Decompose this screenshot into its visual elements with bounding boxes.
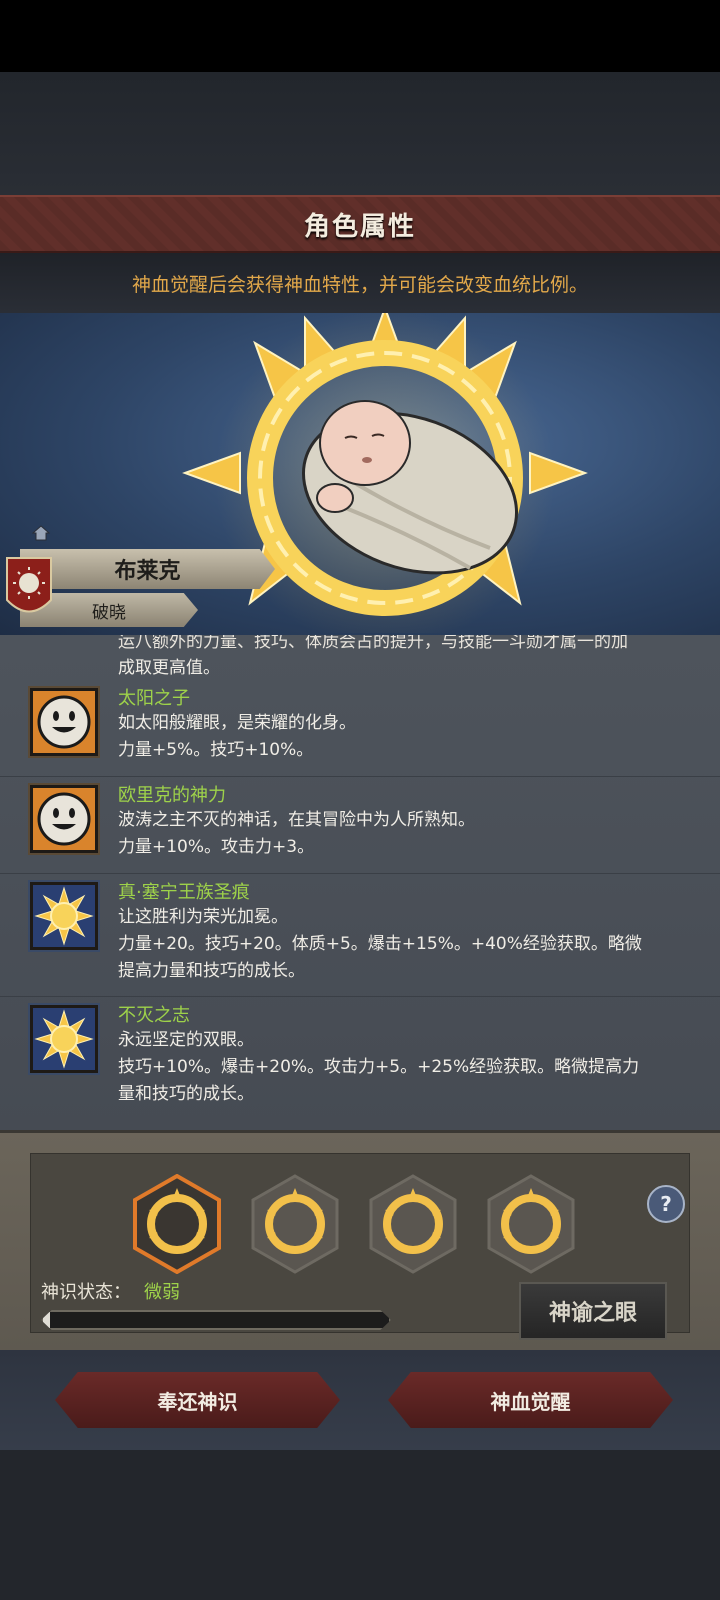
home-icon <box>32 525 50 541</box>
oracle-eye-label: 神谕之眼 <box>548 1301 637 1326</box>
notice-strip: 神血觉醒后会获得神血特性，并可能会改变血统比例。 <box>0 253 720 313</box>
trait-description: 永远坚定的双眼。 技巧+10%。爆击+20%。攻击力+5。+25%经验获取。略微… <box>118 1030 640 1104</box>
trait-description: 如太阳般耀眼，是荣耀的化身。 力量+5%。技巧+10%。 <box>118 713 356 760</box>
character-nameplate: 布莱克 破晓 <box>0 545 280 637</box>
oracle-eye-button[interactable]: 神谕之眼 <box>519 1282 667 1340</box>
awaken-blood-button[interactable]: 神血觉醒 <box>388 1372 673 1428</box>
title-banner: 角色属性 <box>0 195 720 253</box>
page-title: 角色属性 <box>303 211 416 242</box>
top-backdrop <box>0 72 720 195</box>
character-name: 布莱克 <box>114 559 181 584</box>
trait-name: 欧里克的神力 <box>118 785 226 806</box>
character-title: 破晓 <box>92 602 126 623</box>
trait-item[interactable]: 欧里克的神力 波涛之主不灭的神话，在其冒险中为人所熟知。 力量+10%。攻击力+… <box>0 777 720 874</box>
divine-panel: ? 神识状态： 微弱 神谕之眼 <box>0 1130 720 1350</box>
divine-inner-panel: ? 神识状态： 微弱 神谕之眼 <box>30 1153 690 1340</box>
smiley-face-icon <box>28 686 100 758</box>
action-bar: 奉还神识 神血觉醒 <box>0 1350 720 1450</box>
sun-icon <box>28 880 100 952</box>
svg-text:?: ? <box>660 1192 672 1216</box>
return-divine-label: 奉还神识 <box>157 1389 238 1414</box>
trait-name: 真·塞宁王族圣痕 <box>118 882 250 903</box>
divine-progress-fill <box>43 1312 50 1328</box>
trait-partial-text: 成取更高值。 <box>118 658 220 678</box>
bottom-backdrop <box>0 1450 720 1600</box>
trait-description: 让这胜利为荣光加冕。 力量+20。技巧+20。体质+5。爆击+15%。+40%经… <box>118 907 642 981</box>
trait-item[interactable]: 不灭之志 永远坚定的双眼。 技巧+10%。爆击+20%。攻击力+5。+25%经验… <box>0 997 720 1130</box>
divine-slot-selected[interactable] <box>131 1174 223 1274</box>
divine-slot[interactable] <box>485 1174 577 1274</box>
trait-item[interactable]: 太阳之子 如太阳般耀眼，是荣耀的化身。 力量+5%。技巧+10%。 <box>0 680 720 777</box>
divine-status-label: 神识状态： <box>41 1282 131 1303</box>
help-icon[interactable]: ? <box>646 1184 686 1224</box>
return-divine-button[interactable]: 奉还神识 <box>55 1372 340 1428</box>
trait-name: 太阳之子 <box>118 688 190 709</box>
baby-portrait <box>301 400 519 575</box>
sun-icon <box>28 1003 100 1075</box>
trait-list[interactable]: 运八额外的力量、技巧、体质会占的提升，与技能一斗勋才属一的加 成取更高值。 太阳… <box>0 635 720 1130</box>
family-crest-icon <box>6 557 52 613</box>
smiley-face-icon <box>28 783 100 855</box>
divine-progress-bar <box>41 1310 391 1330</box>
divine-slot[interactable] <box>249 1174 341 1274</box>
trait-name: 不灭之志 <box>118 1005 190 1026</box>
trait-item[interactable]: 真·塞宁王族圣痕 让这胜利为荣光加冕。 力量+20。技巧+20。体质+5。爆击+… <box>0 874 720 997</box>
divine-status-value: 微弱 <box>144 1282 180 1303</box>
awaken-blood-label: 神血觉醒 <box>490 1389 571 1414</box>
notice-text: 神血觉醒后会获得神血特性，并可能会改变血统比例。 <box>131 273 588 296</box>
name-bar: 布莱克 <box>20 549 275 589</box>
status-bar <box>0 0 720 72</box>
divine-slot[interactable] <box>367 1174 459 1274</box>
trait-description: 波涛之主不灭的神话，在其冒险中为人所熟知。 力量+10%。攻击力+3。 <box>118 810 475 857</box>
